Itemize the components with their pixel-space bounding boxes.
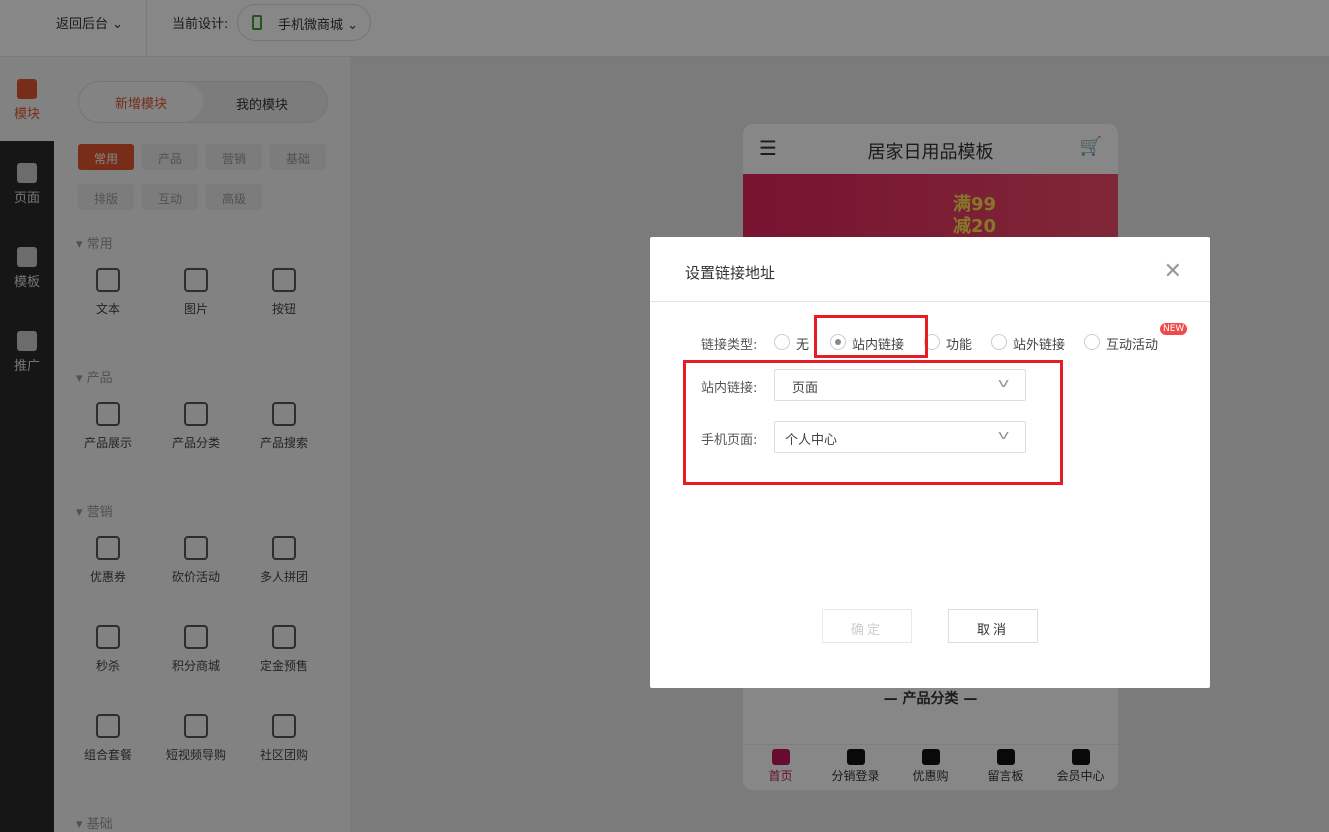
close-icon[interactable]: ✕	[1164, 259, 1182, 284]
highlight-box-type	[814, 315, 928, 358]
new-badge: NEW	[1160, 323, 1188, 335]
link-dialog: 设置链接地址 ✕ 链接类型: 无 站内链接 功能 站外链接 互动活动 NEW 站…	[650, 237, 1210, 688]
link-type-label: 链接类型:	[701, 338, 758, 353]
radio-external-link[interactable]: 站外链接	[991, 334, 1065, 353]
divider	[650, 301, 1210, 302]
radio-function[interactable]: 功能	[924, 334, 972, 353]
confirm-button[interactable]: 确定	[822, 609, 912, 643]
radio-none[interactable]: 无	[774, 334, 809, 353]
dialog-title: 设置链接地址	[685, 264, 776, 282]
cancel-button[interactable]: 取消	[948, 609, 1038, 643]
radio-interactive[interactable]: 互动活动	[1084, 334, 1158, 353]
highlight-box-fields	[683, 360, 1063, 485]
